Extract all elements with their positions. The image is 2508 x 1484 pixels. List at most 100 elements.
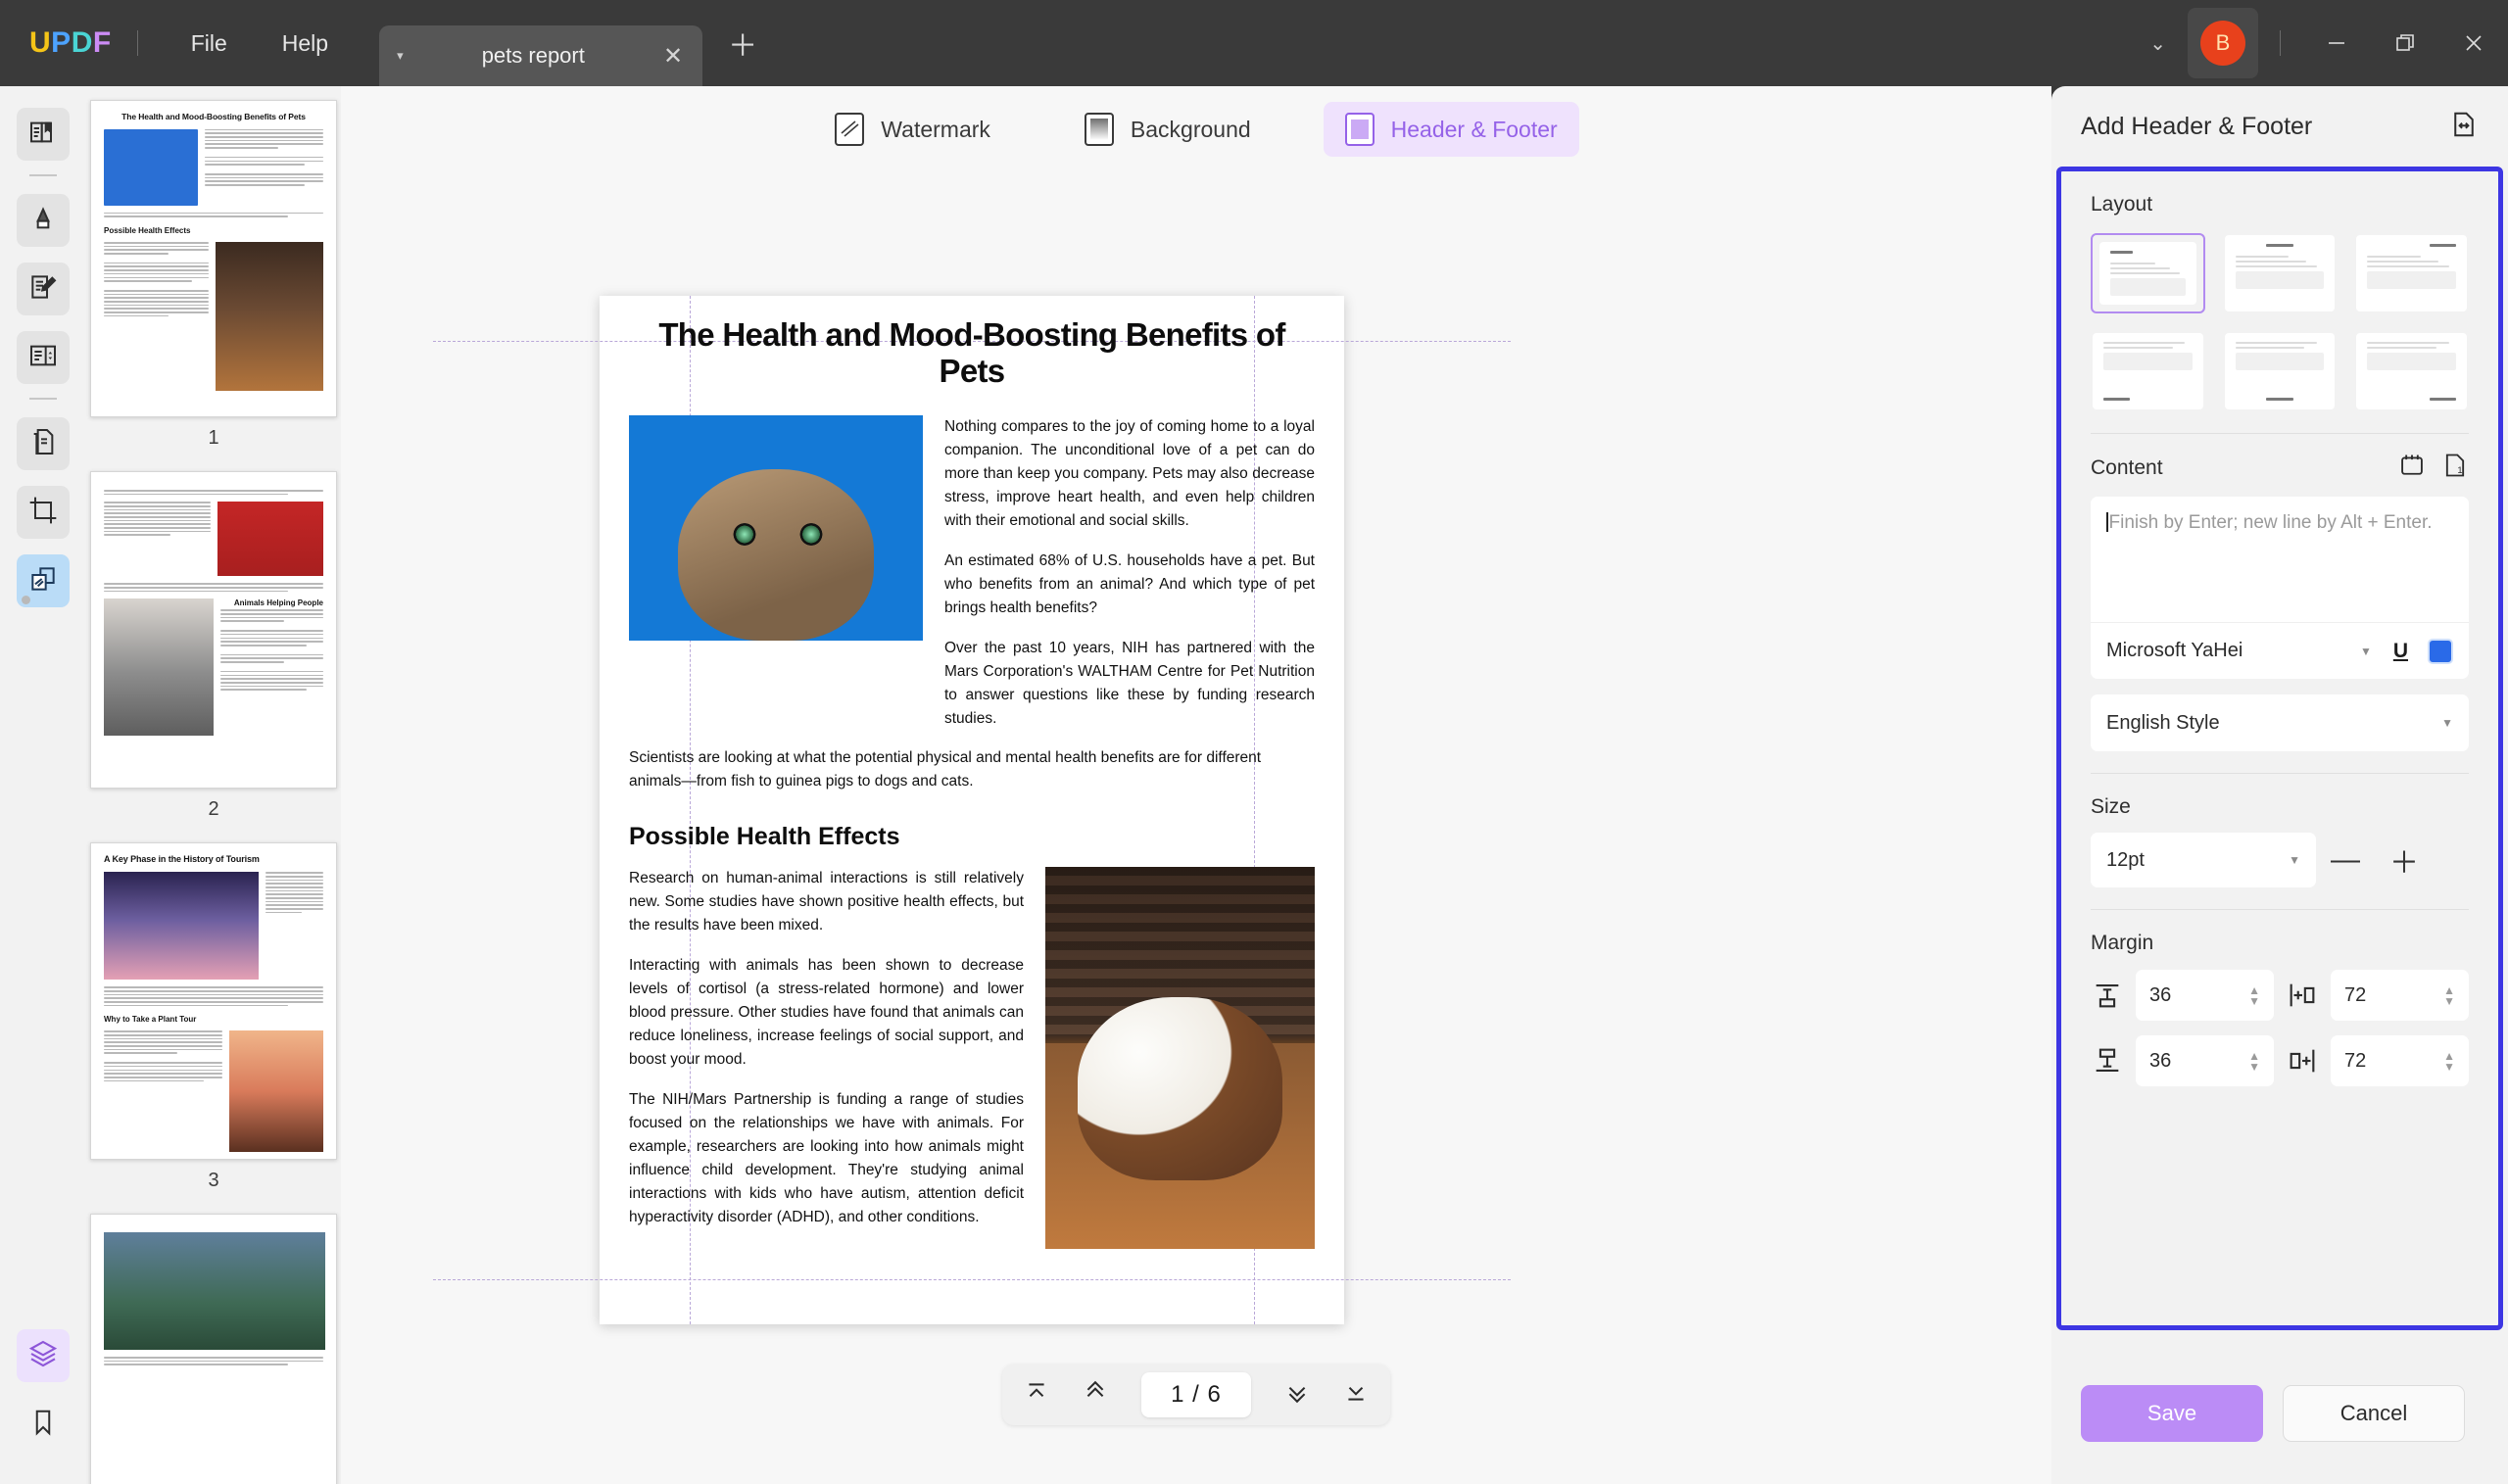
doc-wide-paragraph: Scientists are looking at what the poten… (629, 749, 1262, 790)
page-number-icon[interactable]: 1 (2441, 452, 2469, 484)
layout-bottom-right[interactable] (2354, 331, 2469, 411)
thumbnail-page-2[interactable]: Animals Helping People 2 (86, 471, 341, 842)
chevron-down-icon[interactable]: ▼ (2360, 645, 2372, 658)
sidebar-item-organize-pages[interactable] (17, 331, 70, 384)
layout-bottom-left[interactable] (2091, 331, 2205, 411)
thumbnail-number: 2 (208, 798, 219, 820)
last-page-icon[interactable] (1343, 1379, 1369, 1412)
size-decrease-button[interactable]: — (2316, 833, 2375, 887)
margin-bottom-input[interactable]: 36 ▲ ▼ (2136, 1035, 2274, 1086)
margin-left-input[interactable]: 72 ▲ ▼ (2331, 1035, 2469, 1086)
margin-section-label: Margin (2091, 932, 2154, 954)
content-section-label: Content (2091, 455, 2163, 479)
header-footer-icon (1344, 113, 1375, 146)
sidebar-item-bookmark[interactable] (17, 1398, 70, 1451)
thumbnail-preview: Animals Helping People (90, 471, 337, 789)
first-page-icon[interactable] (1024, 1379, 1049, 1412)
doc-section-heading: Possible Health Effects (629, 823, 900, 851)
collapse-panel-icon[interactable] (2449, 110, 2479, 144)
sidebar-item-crop[interactable] (17, 486, 70, 539)
sidebar-item-reader[interactable] (17, 108, 70, 161)
page-navigation-bar: 1 / 6 (1002, 1364, 1390, 1425)
thumbnail-page-4[interactable]: 4 (86, 1214, 341, 1484)
thumbnail-lines (104, 502, 211, 576)
chevron-down-icon[interactable]: ⌄ (2128, 31, 2188, 56)
layout-top-left[interactable] (2091, 233, 2205, 313)
header-footer-text-field[interactable]: Finish by Enter; new line by Alt + Enter… (2091, 497, 2469, 679)
menu-help[interactable]: Help (255, 30, 356, 57)
next-page-icon[interactable] (1284, 1379, 1310, 1412)
sidebar-item-convert[interactable] (17, 417, 70, 470)
page-thumbnail-panel[interactable]: The Health and Mood-Boosting Benefits of… (86, 86, 341, 1484)
chevron-down-icon[interactable]: ▼ (2289, 853, 2300, 867)
maximize-button[interactable] (2371, 0, 2439, 86)
margin-bottom-stepper[interactable]: ▲ ▼ (2248, 1050, 2260, 1073)
layout-thumb (2356, 235, 2467, 311)
thumbnail-number: 1 (208, 427, 219, 449)
tab-header-footer[interactable]: Header & Footer (1323, 102, 1579, 157)
layout-bottom-center[interactable] (2223, 331, 2338, 411)
thumbnail-page-3[interactable]: A Key Phase in the History of Tourism Wh… (86, 842, 341, 1214)
thumbnail-wide-lines (104, 986, 323, 1007)
layout-header-mark (2110, 251, 2133, 254)
layout-top-center[interactable] (2223, 233, 2338, 313)
doc-columns-bottom: Research on human-animal interactions is… (629, 867, 1315, 1250)
crop-icon (27, 495, 59, 531)
doc-columns-top: Nothing compares to the joy of coming ho… (629, 414, 1315, 731)
layout-top-right[interactable] (2354, 233, 2469, 313)
size-increase-button[interactable]: ＋ (2375, 833, 2434, 887)
thumbnail-image-dogs-costume (217, 502, 323, 577)
panel-title: Add Header & Footer (2081, 112, 2313, 140)
content-textarea[interactable]: Finish by Enter; new line by Alt + Enter… (2091, 497, 2469, 622)
thumbnail-row (104, 128, 323, 206)
content-textarea-placeholder: Finish by Enter; new line by Alt + Enter… (2108, 512, 2433, 533)
save-button[interactable]: Save (2081, 1384, 2263, 1442)
account-button[interactable]: B (2188, 8, 2258, 78)
cancel-button[interactable]: Cancel (2283, 1384, 2465, 1442)
tab-watermark[interactable]: Watermark (813, 102, 1012, 157)
content-section-header: Content 1 (2091, 452, 2469, 484)
margin-top-stepper[interactable]: ▲ ▼ (2248, 984, 2260, 1007)
underline-button[interactable]: U (2393, 640, 2408, 663)
layout-body-block (2367, 353, 2456, 370)
panel-resize-handle[interactable] (22, 596, 30, 604)
margin-right-input[interactable]: 72 ▲ ▼ (2331, 970, 2469, 1021)
chevron-down-icon[interactable]: ▼ (2441, 716, 2453, 730)
margin-right-stepper[interactable]: ▲ ▼ (2443, 984, 2455, 1007)
font-size-select[interactable]: 12pt ▼ (2091, 833, 2316, 887)
font-toolbar: Microsoft YaHei ▼ U (2091, 622, 2469, 679)
layout-grid (2091, 233, 2469, 411)
thumbnail-heading: Possible Health Effects (104, 225, 191, 235)
thumbnail-wide-lines (104, 1357, 323, 1365)
menu-file[interactable]: File (164, 30, 255, 57)
thumbnail-row-2 (104, 1030, 323, 1153)
window-close-button[interactable] (2439, 0, 2508, 86)
new-tab-button[interactable]: ＋ (728, 22, 757, 65)
sidebar-item-edit-pdf[interactable] (17, 263, 70, 315)
font-color-swatch[interactable] (2428, 638, 2453, 664)
previous-page-icon[interactable] (1083, 1379, 1108, 1412)
close-icon[interactable]: ✕ (663, 42, 683, 71)
thumbnail-row-2: Animals Helping People (104, 598, 323, 737)
style-select[interactable]: English Style ▼ (2091, 694, 2469, 751)
sidebar-item-comment[interactable] (17, 194, 70, 247)
avatar: B (2200, 21, 2245, 66)
margin-top-input[interactable]: 36 ▲ ▼ (2136, 970, 2274, 1021)
thumbnail-wide-lines (104, 212, 323, 217)
sidebar-item-layers[interactable] (17, 1329, 70, 1382)
rail-divider-1 (29, 174, 57, 176)
font-family-select[interactable]: Microsoft YaHei (2106, 640, 2243, 662)
margin-left-stepper[interactable]: ▲ ▼ (2443, 1050, 2455, 1073)
page-edit-icon (27, 340, 59, 376)
layout-header-mark (2429, 244, 2456, 247)
layout-footer-mark (2103, 398, 2131, 401)
calendar-icon[interactable] (2398, 452, 2426, 484)
thumbnail-page-1[interactable]: The Health and Mood-Boosting Benefits of… (86, 100, 341, 471)
tab-background[interactable]: Background (1063, 102, 1273, 157)
margin-guide-bottom (433, 1279, 1511, 1280)
watermark-icon (835, 113, 865, 146)
page-number-input[interactable]: 1 / 6 (1141, 1372, 1251, 1417)
document-tab[interactable]: ▾ pets report ✕ (379, 25, 703, 86)
pdf-page[interactable]: The Health and Mood-Boosting Benefits of… (433, 296, 1511, 1324)
minimize-button[interactable] (2302, 0, 2371, 86)
